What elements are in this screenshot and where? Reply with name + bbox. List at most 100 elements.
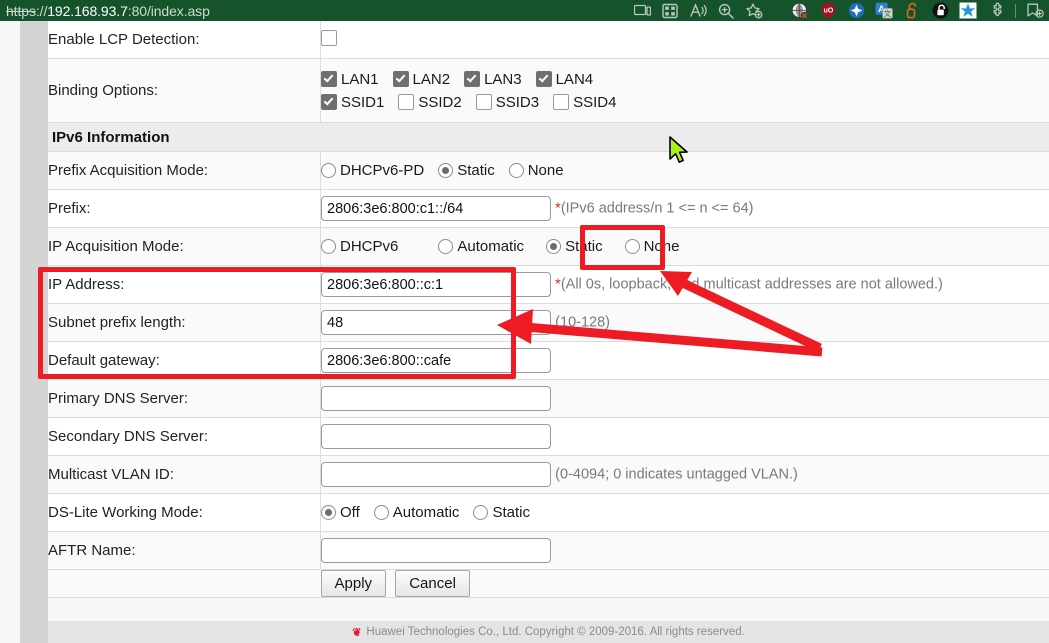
table-row-prefix: Prefix: *(IPv6 address/n 1 <= n <= 64) bbox=[48, 190, 1049, 228]
radio-dslite-automatic[interactable]: Automatic bbox=[374, 504, 460, 521]
radio-dslite-off[interactable]: Off bbox=[321, 504, 360, 521]
ssid1-label: SSID1 bbox=[341, 94, 384, 111]
collections-icon[interactable] bbox=[1021, 0, 1049, 21]
page-left-gutter bbox=[20, 21, 48, 643]
browser-toolbar: https://192.168.93.7:80/index.asp uO A文 bbox=[0, 0, 1049, 21]
aftr-name-label: AFTR Name: bbox=[48, 532, 321, 570]
lock-black-icon[interactable] bbox=[926, 0, 954, 21]
radio-ip-static[interactable]: Static bbox=[546, 238, 603, 255]
radio-ip-none[interactable]: None bbox=[625, 238, 680, 255]
aftr-name-value-cell bbox=[321, 532, 1049, 570]
checkbox-lan1[interactable]: LAN1 bbox=[321, 71, 379, 88]
aftr-name-input[interactable] bbox=[321, 538, 551, 563]
svg-text:uO: uO bbox=[823, 8, 833, 15]
lan3-checkbox-box[interactable] bbox=[464, 71, 480, 87]
primary-dns-input[interactable] bbox=[321, 386, 551, 411]
checkbox-ssid3[interactable]: SSID3 bbox=[476, 94, 539, 111]
radio-prefix-none[interactable]: None bbox=[509, 162, 564, 179]
subnet-prefix-length-input[interactable] bbox=[321, 310, 551, 335]
ip-none-label: None bbox=[644, 238, 680, 255]
prefix-dhcpv6pd-radio-dot[interactable] bbox=[321, 163, 336, 178]
prefix-value-cell: *(IPv6 address/n 1 <= n <= 64) bbox=[321, 190, 1049, 228]
apply-button[interactable]: Apply bbox=[321, 570, 387, 597]
prefix-hint: (IPv6 address/n 1 <= n <= 64) bbox=[561, 201, 754, 217]
radio-prefix-static[interactable]: Static bbox=[438, 162, 495, 179]
default-gateway-label: Default gateway: bbox=[48, 342, 321, 380]
checkbox-lan2[interactable]: LAN2 bbox=[393, 71, 451, 88]
extension-blue-icon[interactable] bbox=[842, 0, 870, 21]
reading-view-icon[interactable] bbox=[628, 0, 656, 21]
radio-ip-automatic[interactable]: Automatic bbox=[438, 238, 524, 255]
dslite-off-radio-dot[interactable] bbox=[321, 505, 336, 520]
table-row-multicast-vlan: Multicast VLAN ID: (0-4094; 0 indicates … bbox=[48, 456, 1049, 494]
binding-lan-row: LAN1 LAN2 LAN3 LAN4 bbox=[321, 71, 1049, 88]
ssid4-label: SSID4 bbox=[573, 94, 616, 111]
lan2-checkbox-box[interactable] bbox=[393, 71, 409, 87]
default-gateway-input[interactable] bbox=[321, 348, 551, 373]
toolbar-divider bbox=[1015, 4, 1016, 18]
ip-address-label: IP Address: bbox=[48, 266, 321, 304]
ssid4-checkbox-box[interactable] bbox=[553, 94, 569, 110]
dslite-mode-options: Off Automatic Static bbox=[321, 504, 1049, 521]
unlocked-orange-icon[interactable] bbox=[898, 0, 926, 21]
ip-static-radio-dot[interactable] bbox=[546, 239, 561, 254]
multicast-vlan-hint: (0-4094; 0 indicates untagged VLAN.) bbox=[555, 467, 798, 483]
ssid2-checkbox-box[interactable] bbox=[398, 94, 414, 110]
ip-address-input[interactable] bbox=[321, 272, 551, 297]
table-row-buttons: Apply Cancel bbox=[48, 570, 1049, 598]
cancel-button[interactable]: Cancel bbox=[395, 570, 470, 597]
prefix-static-radio-dot[interactable] bbox=[438, 163, 453, 178]
ip-static-label: Static bbox=[565, 238, 603, 255]
read-aloud-icon[interactable] bbox=[684, 0, 712, 21]
secondary-dns-value-cell bbox=[321, 418, 1049, 456]
ip-automatic-radio-dot[interactable] bbox=[438, 239, 453, 254]
buttons-cell: Apply Cancel bbox=[321, 570, 1049, 598]
lan4-checkbox-box[interactable] bbox=[536, 71, 552, 87]
subnet-prefix-length-label: Subnet prefix length: bbox=[48, 304, 321, 342]
lan1-checkbox-box[interactable] bbox=[321, 71, 337, 87]
table-row-subnet-prefix-length: Subnet prefix length: (10-128) bbox=[48, 304, 1049, 342]
multicast-vlan-input[interactable] bbox=[321, 462, 551, 487]
prefix-input[interactable] bbox=[321, 196, 551, 221]
ip-dhcpv6-label: DHCPv6 bbox=[340, 238, 398, 255]
multicast-vlan-value-cell: (0-4094; 0 indicates untagged VLAN.) bbox=[321, 456, 1049, 494]
enable-lcp-checkbox[interactable] bbox=[321, 30, 337, 46]
radio-dslite-static[interactable]: Static bbox=[473, 504, 530, 521]
radio-ip-dhcpv6[interactable]: DHCPv6 bbox=[321, 238, 398, 255]
ip-address-value-cell: *(All 0s, loopback, and multicast addres… bbox=[321, 266, 1049, 304]
ublock-origin-icon[interactable]: uO bbox=[814, 0, 842, 21]
router-config-content: Enable LCP Detection: Binding Options: L… bbox=[48, 21, 1049, 643]
checkbox-ssid1[interactable]: SSID1 bbox=[321, 94, 384, 111]
dslite-static-radio-dot[interactable] bbox=[473, 505, 488, 520]
puzzle-outline-icon[interactable] bbox=[982, 0, 1010, 21]
ssid3-checkbox-box[interactable] bbox=[476, 94, 492, 110]
split-screen-icon[interactable] bbox=[656, 0, 684, 21]
ssid1-checkbox-box[interactable] bbox=[321, 94, 337, 110]
table-row-lcp: Enable LCP Detection: bbox=[48, 21, 1049, 59]
globe-blocked-icon[interactable] bbox=[786, 0, 814, 21]
star-blue-icon[interactable] bbox=[954, 0, 982, 21]
radio-prefix-dhcpv6pd[interactable]: DHCPv6-PD bbox=[321, 162, 424, 179]
lan4-label: LAN4 bbox=[556, 71, 594, 88]
zoom-icon[interactable] bbox=[712, 0, 740, 21]
huawei-logo-icon: ❦ bbox=[352, 626, 360, 639]
binding-options-label: Binding Options: bbox=[48, 59, 321, 123]
ip-mode-options: DHCPv6 Automatic Static None bbox=[321, 238, 1049, 255]
address-bar[interactable]: https://192.168.93.7:80/index.asp bbox=[6, 3, 210, 19]
secondary-dns-input[interactable] bbox=[321, 424, 551, 449]
add-favorite-icon[interactable] bbox=[740, 0, 768, 21]
table-row-ip-address: IP Address: *(All 0s, loopback, and mult… bbox=[48, 266, 1049, 304]
checkbox-ssid2[interactable]: SSID2 bbox=[398, 94, 461, 111]
secondary-dns-label: Secondary DNS Server: bbox=[48, 418, 321, 456]
buttons-spacer-cell bbox=[48, 570, 321, 598]
ip-none-radio-dot[interactable] bbox=[625, 239, 640, 254]
checkbox-lan4[interactable]: LAN4 bbox=[536, 71, 594, 88]
checkbox-lan3[interactable]: LAN3 bbox=[464, 71, 522, 88]
table-row-dslite-mode: DS-Lite Working Mode: Off Automatic Stat… bbox=[48, 494, 1049, 532]
prefix-none-radio-dot[interactable] bbox=[509, 163, 524, 178]
ip-acquisition-mode-label: IP Acquisition Mode: bbox=[48, 228, 321, 266]
ip-dhcpv6-radio-dot[interactable] bbox=[321, 239, 336, 254]
checkbox-ssid4[interactable]: SSID4 bbox=[553, 94, 616, 111]
translate-icon[interactable]: A文 bbox=[870, 0, 898, 21]
dslite-automatic-radio-dot[interactable] bbox=[374, 505, 389, 520]
